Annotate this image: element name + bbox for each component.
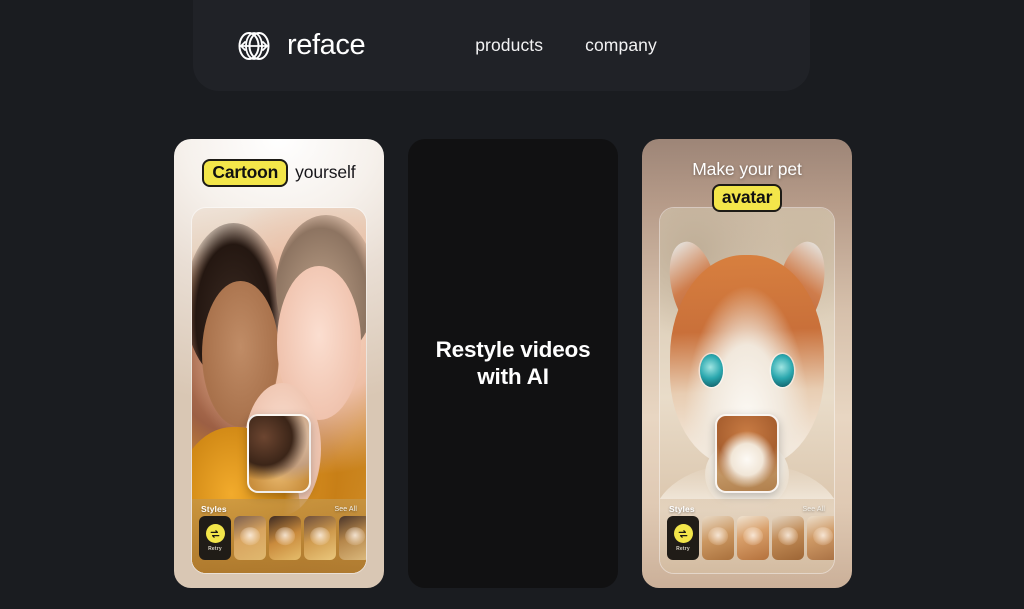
style-thumb[interactable] xyxy=(234,516,266,560)
feature-card-row: Cartoon yourself Styles See All Retry Re… xyxy=(174,139,852,588)
main-nav: products company xyxy=(475,35,657,56)
cartoon-badge: Cartoon xyxy=(202,159,289,187)
pet-preview-thumbnail[interactable] xyxy=(715,414,779,493)
style-thumb[interactable] xyxy=(304,516,336,560)
cartoon-preview-thumbnail[interactable] xyxy=(247,414,311,493)
style-thumb[interactable] xyxy=(807,516,834,560)
cartoon-style-thumbnails: Retry xyxy=(192,516,366,560)
styles-label: Styles xyxy=(669,504,695,514)
style-thumb[interactable] xyxy=(772,516,804,560)
cartoon-styles-tray: Styles See All Retry xyxy=(192,499,366,573)
cartoon-headline-text: yourself xyxy=(295,162,356,183)
card-pet-avatar[interactable]: Make your pet avatar Styles See All Retr… xyxy=(642,139,852,588)
nav-link-products[interactable]: products xyxy=(475,35,543,56)
cartoon-phone-screen: Styles See All Retry xyxy=(191,207,367,574)
retry-button[interactable]: Retry xyxy=(667,516,699,560)
style-thumb[interactable] xyxy=(339,516,366,560)
brand-logo[interactable]: reface xyxy=(232,24,366,68)
pet-headline: Make your pet avatar xyxy=(642,159,852,212)
retry-button[interactable]: Retry xyxy=(199,516,231,560)
reface-logo-icon xyxy=(232,24,276,68)
nav-link-company[interactable]: company xyxy=(585,35,657,56)
pet-style-thumbnails: Retry xyxy=(660,516,834,560)
site-header: reface products company xyxy=(193,0,810,91)
restyle-headline-line1: Restyle videos xyxy=(435,336,591,362)
retry-label: Retry xyxy=(676,546,690,552)
restyle-headline-line2: with AI xyxy=(477,363,549,389)
style-thumb[interactable] xyxy=(702,516,734,560)
page-root: reface products company Cartoon yourself xyxy=(0,0,1024,609)
card-cartoon-yourself[interactable]: Cartoon yourself Styles See All Retry xyxy=(174,139,384,588)
avatar-badge: avatar xyxy=(711,184,783,212)
card-restyle-videos[interactable]: Restyle videos with AI xyxy=(408,139,618,588)
brand-name: reface xyxy=(287,29,366,61)
swap-arrows-icon xyxy=(205,524,225,543)
retry-label: Retry xyxy=(208,546,222,552)
see-all-button[interactable]: See All xyxy=(803,506,826,513)
style-thumb[interactable] xyxy=(737,516,769,560)
swap-arrows-icon xyxy=(673,524,693,543)
style-thumb[interactable] xyxy=(269,516,301,560)
cartoon-headline: Cartoon yourself xyxy=(174,159,384,187)
pet-phone-screen: Styles See All Retry xyxy=(659,207,835,574)
styles-label: Styles xyxy=(201,504,227,514)
pet-styles-tray: Styles See All Retry xyxy=(660,499,834,573)
pet-headline-text: Make your pet xyxy=(692,159,802,179)
see-all-button[interactable]: See All xyxy=(335,506,358,513)
restyle-headline: Restyle videos with AI xyxy=(436,337,591,390)
